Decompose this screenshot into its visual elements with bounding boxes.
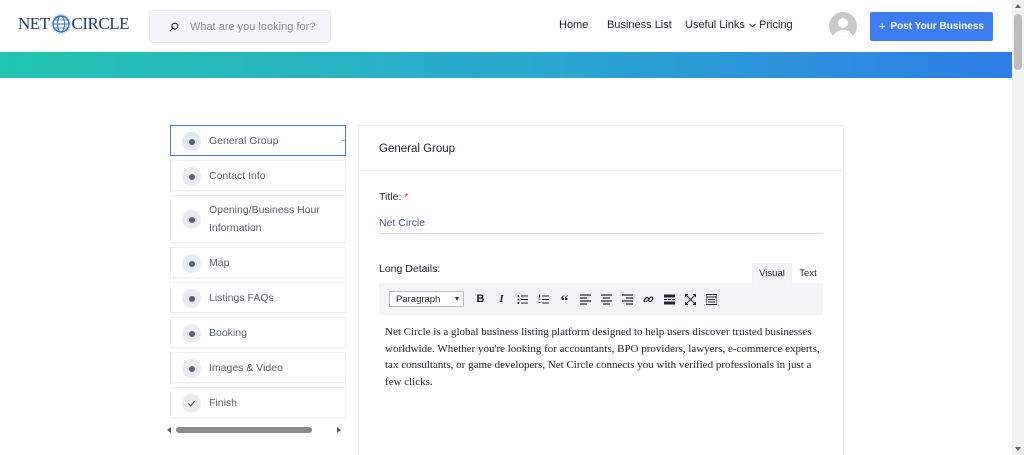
hero-gradient-bar (0, 52, 1012, 78)
dot-icon (182, 324, 201, 343)
sidebar-item-images-video[interactable]: Images & Video (170, 352, 346, 383)
logo-text-right: CIRCLE (71, 14, 130, 33)
format-select[interactable]: Paragraph (389, 291, 464, 307)
card-header: General Group (359, 126, 843, 171)
general-group-card: General Group Title: * Long Details: Vis… (358, 125, 844, 455)
link-icon[interactable] (640, 291, 657, 307)
nav-business-list[interactable]: Business List (607, 19, 672, 31)
dot-icon (182, 359, 201, 378)
search-icon (169, 22, 179, 31)
sidebar-item-label: Booking (209, 327, 247, 339)
avatar-body-shape (833, 30, 853, 40)
dot-icon (182, 210, 201, 229)
chevron-down-icon (749, 22, 756, 28)
scroll-right-arrow-icon[interactable] (337, 427, 341, 433)
title-input[interactable] (379, 212, 823, 234)
sidebar-item-general-group[interactable]: General Group - (170, 125, 346, 156)
sidebar-item-label: Map (209, 257, 230, 269)
title-field-label: Title: * (379, 191, 408, 203)
fullscreen-icon[interactable] (682, 291, 699, 307)
italic-icon[interactable]: I (493, 291, 510, 307)
required-mark: * (404, 191, 409, 203)
nav-home[interactable]: Home (559, 19, 588, 31)
post-button-label: Post Your Business (890, 21, 984, 32)
align-right-icon[interactable] (619, 291, 636, 307)
sidebar-item-label: Images & Video (209, 362, 283, 374)
form-steps-sidebar: General Group - Contact Info Opening/Bus… (170, 125, 346, 425)
plus-icon: + (879, 20, 886, 33)
sidebar-horizontal-scrollbar[interactable] (166, 425, 346, 437)
globe-logo-icon (50, 14, 71, 34)
editor-toolbar: Paragraph B I “ (379, 283, 823, 315)
toolbar-toggle-icon[interactable] (703, 291, 720, 307)
scroll-up-arrow-icon[interactable] (1015, 4, 1021, 8)
long-details-label: Long Details: (379, 263, 441, 275)
caret-icon: - (342, 135, 345, 145)
tab-visual[interactable]: Visual (752, 263, 792, 283)
bold-icon[interactable]: B (472, 291, 489, 307)
search-input[interactable] (190, 20, 330, 33)
site-header: NET CIRCLE Home Business List Useful Lin… (0, 0, 1012, 52)
sidebar-item-label: General Group (209, 135, 279, 147)
page-vertical-scrollbar[interactable] (1012, 0, 1024, 455)
editor-content[interactable]: Net Circle is a global business listing … (385, 324, 825, 390)
sidebar-item-booking[interactable]: Booking (170, 317, 346, 348)
nav-useful-links[interactable]: Useful Links (685, 19, 756, 31)
avatar-head-shape (838, 18, 848, 28)
bullet-list-icon[interactable] (514, 291, 531, 307)
sidebar-item-opening-hours[interactable]: Opening/Business Hour Information (170, 195, 346, 243)
title-label-text: Title: (379, 191, 402, 203)
scroll-left-arrow-icon[interactable] (167, 427, 171, 433)
post-your-business-button[interactable]: + Post Your Business (870, 12, 993, 41)
site-logo[interactable]: NET CIRCLE (18, 12, 130, 36)
dot-icon (182, 254, 201, 273)
sidebar-item-contact-info[interactable]: Contact Info (170, 160, 346, 191)
tab-text[interactable]: Text (792, 263, 824, 283)
dot-icon (182, 167, 201, 186)
sidebar-item-map[interactable]: Map (170, 247, 346, 278)
user-avatar[interactable] (829, 12, 857, 40)
sidebar-item-label: Listings FAQs (209, 292, 274, 304)
chevron-down-icon (455, 297, 459, 301)
read-more-icon[interactable] (661, 291, 678, 307)
format-select-value: Paragraph (396, 293, 441, 305)
nav-pricing[interactable]: Pricing (759, 19, 793, 31)
align-center-icon[interactable] (598, 291, 615, 307)
sidebar-item-finish[interactable]: Finish (170, 387, 346, 418)
sidebar-item-label: Opening/Business Hour Information (209, 204, 320, 234)
dot-icon (182, 132, 201, 151)
scrollbar-thumb[interactable] (176, 427, 312, 433)
sidebar-item-label: Contact Info (209, 170, 266, 182)
align-left-icon[interactable] (577, 291, 594, 307)
sidebar-item-label: Finish (209, 397, 238, 409)
blockquote-icon[interactable]: “ (556, 291, 573, 310)
card-title: General Group (379, 143, 456, 155)
numbered-list-icon[interactable] (535, 291, 552, 307)
check-icon (182, 394, 201, 413)
nav-useful-links-label: Useful Links (685, 19, 745, 31)
search-box (149, 10, 331, 43)
sidebar-item-listings-faqs[interactable]: Listings FAQs (170, 282, 346, 313)
scroll-down-arrow-icon[interactable] (1015, 447, 1021, 451)
dot-icon (182, 289, 201, 308)
logo-text-left: NET (18, 14, 50, 33)
scrollbar-thumb[interactable] (1014, 14, 1022, 70)
